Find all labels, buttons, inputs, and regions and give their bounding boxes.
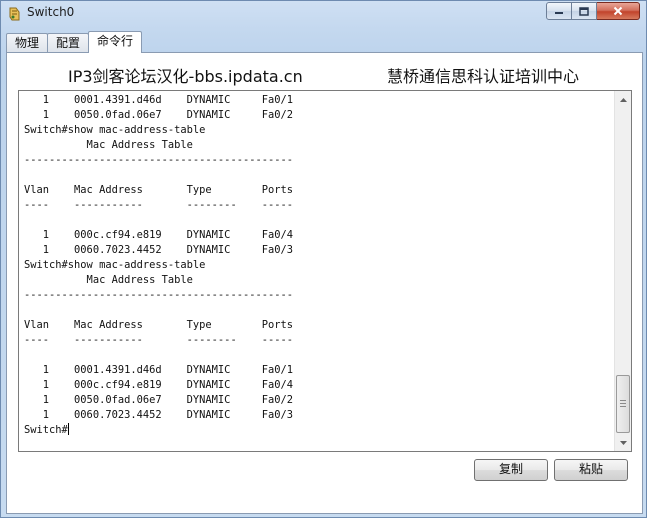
maximize-button[interactable]	[572, 2, 597, 20]
scroll-up-button[interactable]	[615, 91, 631, 108]
console-line: Vlan Mac Address Type Ports	[24, 184, 293, 196]
console-scrollbar[interactable]	[614, 91, 631, 451]
console-line: Switch#show mac-address-table	[24, 259, 206, 271]
copy-button[interactable]: 复制	[474, 459, 548, 481]
console-line: Mac Address Table	[24, 274, 193, 286]
console-frame: 1 0001.4391.d46d DYNAMIC Fa0/1 1 0050.0f…	[18, 90, 632, 452]
scroll-down-button[interactable]	[615, 434, 631, 451]
console-line: 1 0060.7023.4452 DYNAMIC Fa0/3	[24, 409, 293, 421]
console-line: ----------------------------------------…	[24, 289, 293, 301]
banner-right-text: 慧桥通信思科认证培训中心	[387, 67, 580, 86]
cli-console[interactable]: 1 0001.4391.d46d DYNAMIC Fa0/1 1 0050.0f…	[24, 93, 610, 449]
console-prompt-line: Switch#	[24, 423, 610, 438]
close-button[interactable]	[597, 2, 640, 20]
console-line: 1 0050.0fad.06e7 DYNAMIC Fa0/2	[24, 394, 293, 406]
console-line: 1 0001.4391.d46d DYNAMIC Fa0/1	[24, 364, 293, 376]
grip-line	[620, 406, 626, 407]
window-controls	[546, 2, 640, 20]
scroll-down-arrow-icon	[619, 440, 627, 445]
console-line: ---- ----------- -------- -----	[24, 334, 293, 346]
scroll-up-arrow-icon	[619, 97, 627, 102]
tab-config[interactable]: 配置	[47, 33, 90, 53]
banner-left-text: IP3剑客论坛汉化-bbs.ipdata.cn	[68, 67, 303, 86]
app-window: Switch0 物理 配置 命令行 IP3剑客论坛汉化-bbs.ipdata.c…	[0, 0, 647, 518]
cli-panel: IP3剑客论坛汉化-bbs.ipdata.cn 慧桥通信思科认证培训中心 1 0…	[6, 52, 643, 514]
console-line: ---- ----------- -------- -----	[24, 199, 293, 211]
close-icon	[613, 6, 623, 16]
console-line: 1 0060.7023.4452 DYNAMIC Fa0/3	[24, 244, 293, 256]
title-bar[interactable]: Switch0	[1, 1, 646, 27]
maximize-icon	[579, 6, 589, 16]
tab-cli[interactable]: 命令行	[88, 31, 143, 53]
text-cursor	[67, 423, 69, 435]
scrollbar-thumb[interactable]	[616, 375, 630, 433]
switch-app-icon	[9, 7, 20, 21]
minimize-button[interactable]	[546, 2, 572, 20]
console-line: Switch#show mac-address-table	[24, 124, 206, 136]
grip-line	[620, 403, 626, 404]
tab-bar: 物理 配置 命令行	[6, 31, 143, 53]
tab-physical[interactable]: 物理	[6, 33, 49, 53]
grip-line	[620, 400, 626, 401]
console-line: 1 0050.0fad.06e7 DYNAMIC Fa0/2	[24, 109, 293, 121]
console-prompt: Switch#	[24, 424, 68, 436]
console-line: 1 000c.cf94.e819 DYNAMIC Fa0/4	[24, 229, 293, 241]
console-line: ----------------------------------------…	[24, 154, 293, 166]
minimize-icon	[555, 12, 563, 14]
console-line: Mac Address Table	[24, 139, 193, 151]
paste-button[interactable]: 粘贴	[554, 459, 628, 481]
console-line: Vlan Mac Address Type Ports	[24, 319, 293, 331]
console-line: 1 000c.cf94.e819 DYNAMIC Fa0/4	[24, 379, 293, 391]
console-line: 1 0001.4391.d46d DYNAMIC Fa0/1	[24, 94, 293, 106]
window-title: Switch0	[27, 5, 75, 19]
